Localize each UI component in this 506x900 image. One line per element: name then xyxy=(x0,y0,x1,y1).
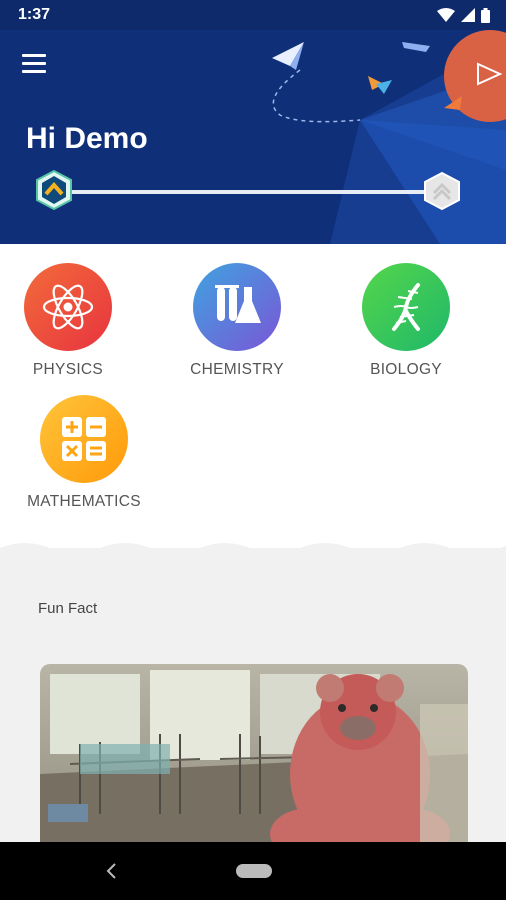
level-start-badge-icon xyxy=(36,170,72,210)
home-pill-button[interactable] xyxy=(236,864,272,878)
mathematics-circle xyxy=(40,395,128,483)
chemistry-circle xyxy=(193,263,281,351)
subject-label-physics: PHYSICS xyxy=(32,361,104,378)
status-icons xyxy=(437,7,490,23)
dna-icon xyxy=(392,283,420,331)
subjects-grid: PHYSICS CHEMISTRY BIOLOGY MATHEMATICS xyxy=(0,244,506,544)
system-navigation-bar xyxy=(0,842,506,900)
status-bar: 1:37 xyxy=(0,0,506,30)
level-progress-track xyxy=(70,190,438,194)
battery-icon xyxy=(481,7,490,23)
physics-circle xyxy=(24,263,112,351)
subject-biology[interactable]: BIOLOGY xyxy=(326,263,486,379)
subject-label-mathematics: MATHEMATICS xyxy=(27,493,141,510)
back-icon[interactable] xyxy=(102,860,120,882)
level-end-badge-icon xyxy=(424,172,460,210)
fun-fact-title: Fun Fact xyxy=(38,600,98,617)
subject-label-chemistry: CHEMISTRY xyxy=(190,361,284,378)
fun-fact-card[interactable] xyxy=(40,664,468,864)
subject-chemistry[interactable]: CHEMISTRY xyxy=(157,263,317,379)
calculator-icon xyxy=(62,417,106,461)
subject-mathematics[interactable]: MATHEMATICS xyxy=(4,395,164,511)
subject-physics[interactable]: PHYSICS xyxy=(0,263,148,379)
test-tubes-flask-icon xyxy=(215,285,261,323)
atom-icon xyxy=(42,284,94,330)
subject-label-biology: BIOLOGY xyxy=(370,361,442,378)
menu-icon[interactable] xyxy=(22,54,48,74)
wavy-divider xyxy=(0,543,506,560)
signal-icon xyxy=(461,8,475,22)
status-time: 1:37 xyxy=(18,6,51,23)
wifi-icon xyxy=(437,8,455,22)
header-banner: Hi Demo xyxy=(0,30,506,244)
biology-circle xyxy=(362,263,450,351)
greeting-title: Hi Demo xyxy=(26,122,148,155)
fun-fact-image xyxy=(40,664,468,864)
